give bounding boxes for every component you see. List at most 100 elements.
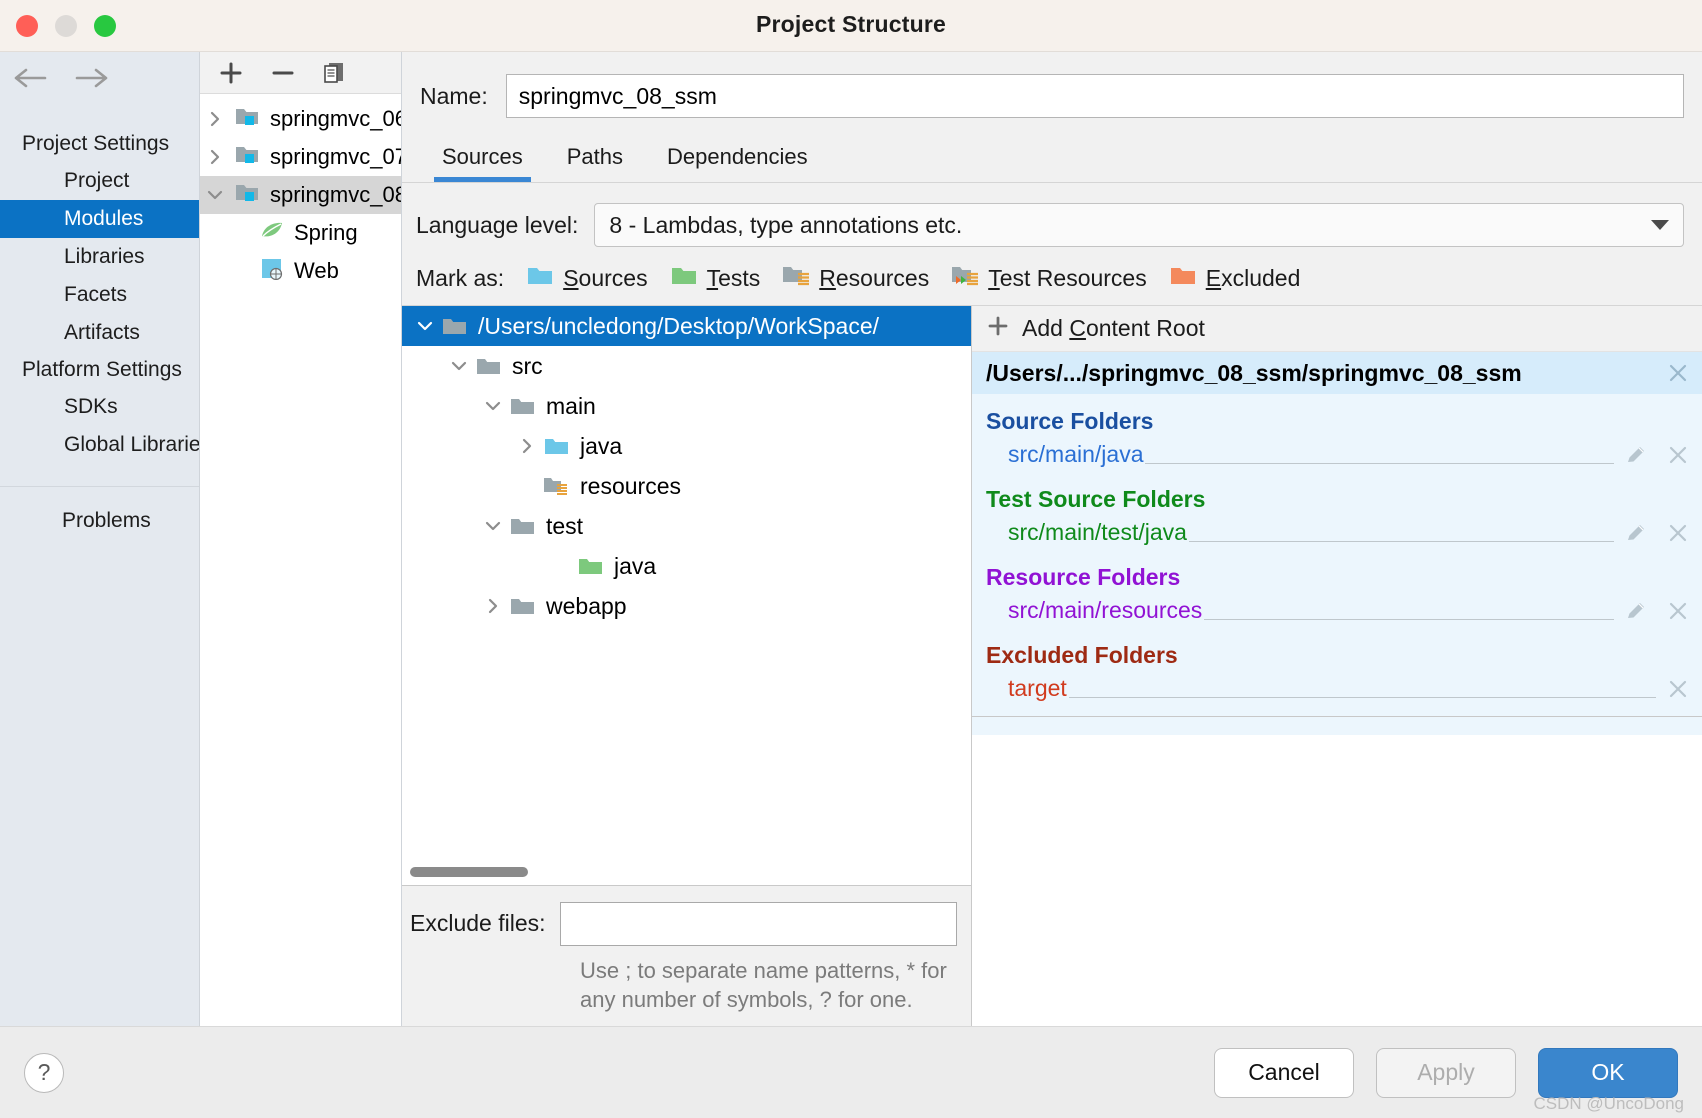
tree-row-test[interactable]: test — [402, 506, 971, 546]
mark-as-tests-button[interactable]: Tests — [670, 263, 761, 293]
test-resources-folder-icon — [951, 263, 981, 293]
arrow-right-icon[interactable] — [74, 67, 108, 89]
mark-as-sources-button[interactable]: Sources — [526, 263, 648, 293]
chevron-right-icon[interactable] — [512, 436, 542, 456]
mark-as-test-resources-button[interactable]: Test Resources — [951, 263, 1147, 293]
settings-sidebar: Project Settings Project Modules Librari… — [0, 52, 200, 1026]
close-icon[interactable] — [1666, 521, 1690, 545]
help-button[interactable]: ? — [24, 1052, 64, 1093]
copy-module-icon[interactable] — [322, 60, 348, 86]
arrow-left-icon[interactable] — [14, 67, 47, 89]
language-level-select[interactable]: 8 - Lambdas, type annotations etc. — [594, 203, 1684, 247]
module-name-input[interactable] — [505, 74, 1684, 118]
tab-dependencies[interactable]: Dependencies — [645, 142, 830, 182]
module-folder-icon — [234, 180, 262, 210]
gray-folder-icon — [508, 515, 538, 537]
green-test-folder-icon — [576, 555, 606, 577]
tree-row-webapp[interactable]: webapp — [402, 586, 971, 626]
sources-folder-icon — [526, 263, 556, 293]
add-content-root-rest: ontent Root — [1085, 315, 1205, 341]
facet-name: Spring — [294, 220, 358, 245]
chevron-right-icon[interactable] — [204, 148, 226, 166]
close-icon[interactable] — [1666, 599, 1690, 623]
add-module-button[interactable] — [218, 60, 244, 86]
sidebar-item-facets[interactable]: Facets — [0, 276, 199, 314]
folder-row[interactable]: src/main/java — [986, 437, 1702, 472]
chevron-right-icon[interactable] — [478, 596, 508, 616]
sidebar-item-libraries[interactable]: Libraries — [0, 238, 199, 276]
mark-sources-mnemonic: S — [563, 264, 579, 291]
tree-row-label: main — [546, 392, 596, 419]
tab-sources[interactable]: Sources — [420, 142, 545, 182]
tree-row-java-main[interactable]: java — [402, 426, 971, 466]
tree-row-main[interactable]: main — [402, 386, 971, 426]
mark-tests-rest: ests — [718, 264, 761, 291]
chevron-down-icon[interactable] — [1651, 220, 1669, 230]
content-root-header[interactable]: /Users/.../springmvc_08_ssm/springmvc_08… — [972, 352, 1702, 394]
blue-source-folder-icon — [542, 435, 572, 457]
facet-row-web[interactable]: Web — [200, 252, 401, 290]
chevron-down-icon[interactable] — [410, 316, 440, 336]
sidebar-item-sdks[interactable]: SDKs — [0, 388, 199, 426]
pencil-icon[interactable] — [1624, 599, 1648, 623]
module-row[interactable]: springmvc_07_ssm — [200, 138, 401, 176]
sidebar-item-modules[interactable]: Modules — [0, 200, 199, 238]
module-name: springmvc_06_ssm — [270, 106, 401, 131]
dialog-body: Project Settings Project Modules Librari… — [0, 52, 1702, 1026]
close-icon[interactable] — [1666, 361, 1690, 385]
add-content-root-button[interactable]: Add Content Root — [972, 306, 1702, 352]
resources-folder-icon — [542, 475, 572, 497]
language-level-value: 8 - Lambdas, type annotations etc. — [609, 211, 963, 238]
close-icon[interactable] — [1666, 677, 1690, 701]
facet-name: Web — [294, 258, 339, 283]
folder-path: src/main/test/java — [1008, 519, 1187, 545]
module-row-selected[interactable]: springmvc_08_ssm — [200, 176, 401, 214]
folder-row[interactable]: src/main/test/java — [986, 515, 1702, 550]
mark-as-excluded-button[interactable]: Excluded — [1169, 263, 1300, 293]
pencil-icon[interactable] — [1624, 521, 1648, 545]
tree-row-src[interactable]: src — [402, 346, 971, 386]
chevron-down-icon[interactable] — [204, 186, 226, 204]
remove-module-button[interactable] — [270, 60, 296, 86]
mark-sources-rest: ources — [578, 264, 648, 291]
chevron-down-icon[interactable] — [444, 356, 474, 376]
sidebar-list: Project Settings Project Modules Librari… — [0, 104, 199, 539]
category-title: Source Folders — [986, 408, 1154, 434]
horizontal-scrollbar[interactable] — [410, 866, 528, 877]
content-root-path: /Users/.../springmvc_08_ssm/springmvc_08… — [986, 359, 1522, 386]
mark-as-resources-button[interactable]: Resources — [782, 263, 929, 293]
tree-row-label: java — [580, 432, 623, 459]
dialog-footer: ? Cancel Apply OK CSDN @UncoDong — [0, 1026, 1702, 1118]
module-row[interactable]: springmvc_06_ssm — [200, 100, 401, 138]
exclude-files-label: Exclude files: — [410, 910, 546, 937]
gray-folder-icon — [440, 315, 470, 337]
tree-row-label: src — [512, 352, 543, 379]
module-name: springmvc_08_ssm — [270, 182, 401, 207]
folder-rule — [1145, 446, 1614, 464]
sidebar-item-global-libraries[interactable]: Global Libraries — [0, 426, 199, 464]
tree-row-java-test[interactable]: java — [402, 546, 971, 586]
facet-row-spring[interactable]: Spring — [200, 214, 401, 252]
module-editor: Name: Sources Paths Dependencies Languag… — [402, 52, 1702, 1026]
cancel-button[interactable]: Cancel — [1214, 1047, 1354, 1098]
dialog-buttons: Cancel Apply OK — [1214, 1047, 1678, 1098]
close-icon[interactable] — [1666, 443, 1690, 467]
pencil-icon[interactable] — [1624, 443, 1648, 467]
chevron-right-icon[interactable] — [204, 110, 226, 128]
ok-button[interactable]: OK — [1538, 1047, 1678, 1098]
folder-row[interactable]: src/main/resources — [986, 593, 1702, 628]
tree-row-resources[interactable]: resources — [402, 466, 971, 506]
sidebar-item-artifacts[interactable]: Artifacts — [0, 314, 199, 352]
exclude-files-input[interactable] — [559, 901, 957, 946]
sidebar-group-platform-settings: Platform Settings — [22, 358, 182, 381]
add-content-root-mnemonic: C — [1069, 315, 1086, 341]
folder-row[interactable]: target — [986, 671, 1702, 706]
sidebar-item-problems[interactable]: Problems — [0, 487, 199, 539]
chevron-down-icon[interactable] — [478, 516, 508, 536]
tests-folder-icon — [670, 263, 700, 293]
tree-row-content-root[interactable]: /Users/uncledong/Desktop/WorkSpace/ — [402, 306, 971, 346]
module-name: springmvc_07_ssm — [270, 144, 401, 169]
sidebar-item-project[interactable]: Project — [0, 162, 199, 200]
tab-paths[interactable]: Paths — [545, 142, 645, 182]
chevron-down-icon[interactable] — [478, 396, 508, 416]
